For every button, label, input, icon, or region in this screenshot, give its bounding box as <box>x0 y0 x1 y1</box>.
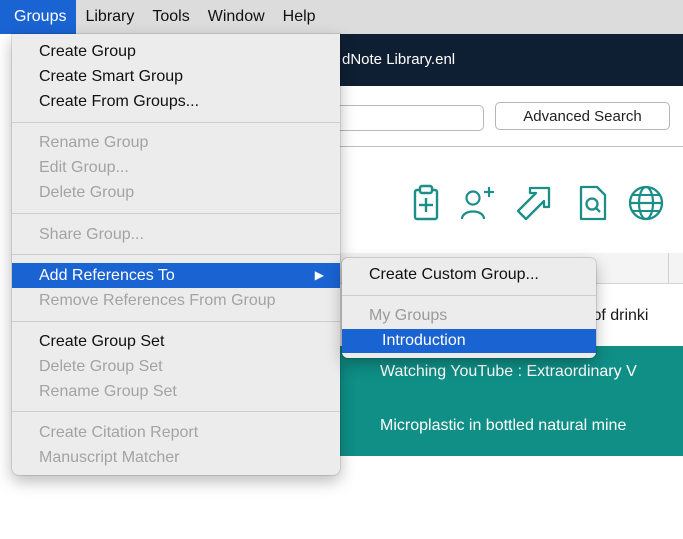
find-pdf-icon[interactable] <box>572 183 612 223</box>
add-author-icon[interactable] <box>458 183 498 223</box>
window-title: dNote Library.enl <box>342 51 456 68</box>
delete-group-set-item: Delete Group Set <box>39 358 163 375</box>
create-group-set-item[interactable]: Create Group Set <box>12 329 340 354</box>
create-custom-group-item[interactable]: Create Custom Group... <box>342 263 596 287</box>
delete-group-item: Delete Group <box>39 184 135 201</box>
search-input[interactable] <box>330 105 484 131</box>
edit-group-item: Edit Group... <box>39 159 129 176</box>
reference-title: Microplastic in bottled natural mine <box>380 417 627 434</box>
rename-group-item: Rename Group <box>39 134 149 151</box>
window-title-bar: dNote Library.enl <box>330 34 683 86</box>
create-citation-report-item: Create Citation Report <box>39 424 199 441</box>
menu-library[interactable]: Library <box>76 0 143 34</box>
create-group-item[interactable]: Create Group <box>12 39 340 64</box>
add-references-to-label: Add References To <box>39 267 175 284</box>
column-divider[interactable] <box>668 253 669 283</box>
rename-group-set-item: Rename Group Set <box>39 383 177 400</box>
menu-help[interactable]: Help <box>274 0 325 34</box>
advanced-search-button[interactable]: Advanced Search <box>495 102 670 130</box>
menu-window[interactable]: Window <box>199 0 274 34</box>
new-reference-icon[interactable] <box>406 183 446 223</box>
reference-toolbar <box>330 147 683 254</box>
reference-title: Watching YouTube : Extraordinary V <box>380 363 637 380</box>
search-row: Advanced Search <box>330 86 683 147</box>
manuscript-matcher-item: Manuscript Matcher <box>39 449 180 466</box>
menu-separator <box>12 122 340 123</box>
menu-groups[interactable]: Groups <box>0 0 77 34</box>
menu-separator <box>12 411 340 412</box>
menu-tools[interactable]: Tools <box>143 0 198 34</box>
groups-menu: Create Group Create Smart Group Create F… <box>12 34 340 475</box>
remove-references-item: Remove References From Group <box>39 292 276 309</box>
submenu-arrow-icon: ▶ <box>314 268 324 282</box>
online-search-globe-icon[interactable] <box>626 183 666 223</box>
share-arrow-icon[interactable] <box>514 183 554 223</box>
introduction-group-item[interactable]: Introduction <box>342 329 596 353</box>
menu-separator <box>12 254 340 255</box>
create-from-groups-item[interactable]: Create From Groups... <box>12 89 340 114</box>
my-groups-header: My Groups <box>369 307 448 324</box>
reference-row[interactable]: Microplastic in bottled natural mine <box>330 400 683 456</box>
menu-separator <box>342 295 596 296</box>
create-smart-group-item[interactable]: Create Smart Group <box>12 64 340 89</box>
menu-separator <box>12 213 340 214</box>
menu-bar: Groups Library Tools Window Help <box>0 0 683 34</box>
share-group-item: Share Group... <box>39 226 144 243</box>
add-references-to-item[interactable]: Add References To ▶ <box>12 263 340 288</box>
add-references-submenu: Create Custom Group... My Groups Introdu… <box>342 258 596 358</box>
menu-separator <box>12 321 340 322</box>
